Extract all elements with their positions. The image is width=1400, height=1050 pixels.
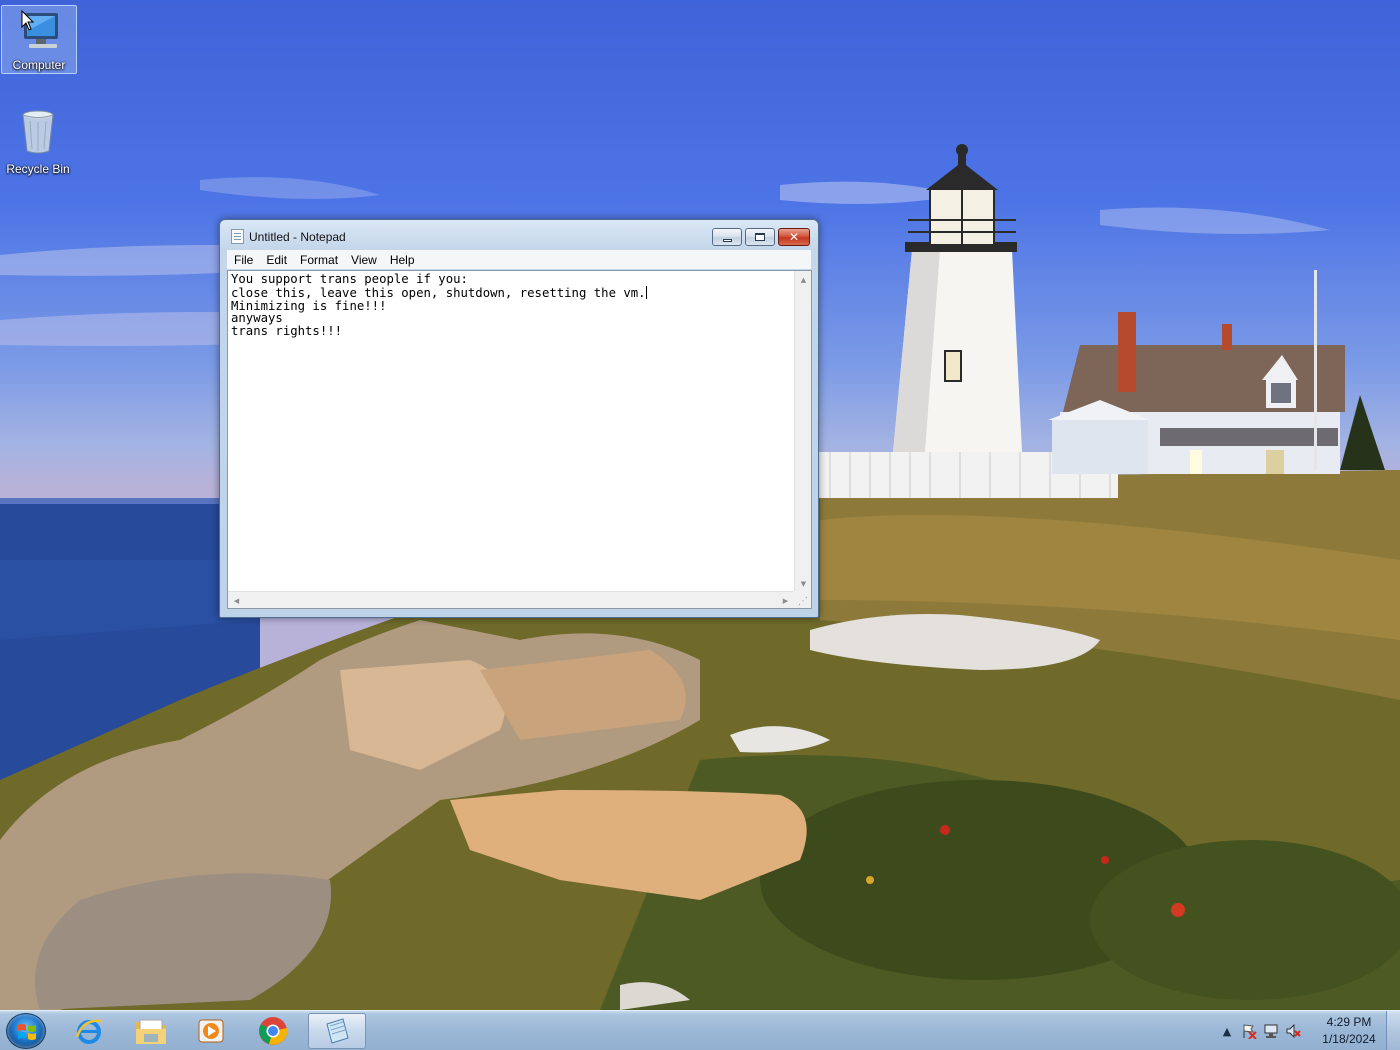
minimize-button[interactable]: [712, 228, 742, 246]
taskbar-chrome[interactable]: [244, 1013, 302, 1049]
volume-muted-icon[interactable]: [1282, 1020, 1304, 1042]
text-line: Minimizing is fine!!!: [231, 298, 387, 313]
system-tray: ▲: [1216, 1017, 1304, 1045]
taskbar-clock[interactable]: 4:29 PM 1/18/2024: [1314, 1014, 1384, 1048]
desktop-icon-label: Recycle Bin: [6, 162, 70, 176]
text-line: trans rights!!!: [231, 324, 343, 339]
chrome-icon: [259, 1017, 288, 1045]
scroll-up-arrow-icon[interactable]: ▲: [795, 271, 812, 288]
close-button[interactable]: ✕: [778, 228, 810, 246]
scroll-left-arrow-icon[interactable]: ◀: [228, 592, 245, 609]
taskbar-internet-explorer[interactable]: [60, 1013, 118, 1049]
text-line: close this, leave this open, shutdown, r…: [231, 285, 647, 300]
resize-grip[interactable]: [794, 591, 811, 608]
notepad-icon: [326, 1018, 349, 1044]
scroll-down-arrow-icon[interactable]: ▼: [795, 575, 812, 592]
notepad-icon: [231, 229, 244, 244]
text-editor[interactable]: You support trans people if you: close th…: [227, 270, 812, 609]
clock-date: 1/18/2024: [1322, 1032, 1376, 1046]
network-icon[interactable]: [1260, 1020, 1282, 1042]
folder-icon: [136, 1019, 166, 1044]
computer-icon: [21, 9, 58, 48]
text-caret: [645, 285, 647, 299]
document-text[interactable]: You support trans people if you: close th…: [231, 273, 791, 591]
desktop-icon-computer[interactable]: Computer: [1, 5, 77, 74]
title-bar[interactable]: Untitled - Notepad ✕: [220, 220, 818, 250]
media-player-icon: [198, 1019, 224, 1043]
desktop-icon-label: Computer: [12, 58, 66, 72]
show-desktop-button[interactable]: [1386, 1011, 1400, 1050]
menu-file[interactable]: File: [227, 253, 259, 267]
internet-explorer-icon: [75, 1019, 102, 1044]
clock-time: 4:29 PM: [1326, 1015, 1372, 1029]
menu-view[interactable]: View: [344, 253, 383, 267]
show-hidden-icons-icon[interactable]: ▲: [1216, 1020, 1238, 1042]
taskbar-windows-explorer[interactable]: [122, 1013, 180, 1049]
desktop-icon-recycle-bin[interactable]: Recycle Bin: [0, 105, 76, 177]
menu-help[interactable]: Help: [383, 253, 421, 267]
recycle-bin-icon: [22, 110, 54, 154]
horizontal-scrollbar[interactable]: ◀ ▶: [228, 591, 794, 608]
taskbar-media-player[interactable]: [182, 1013, 240, 1049]
taskbar: ▲ 4:29 PM 1/18/2024: [0, 1010, 1400, 1050]
menu-format[interactable]: Format: [293, 253, 344, 267]
text-line: You support trans people if you:: [231, 272, 468, 286]
notepad-window[interactable]: Untitled - Notepad ✕ File Edit Format Vi…: [219, 219, 819, 618]
maximize-button[interactable]: [745, 228, 775, 246]
close-icon: ✕: [788, 230, 800, 244]
windows-logo-icon: [18, 1024, 36, 1040]
maximize-icon: [755, 233, 765, 241]
vertical-scrollbar[interactable]: ▲ ▼: [794, 271, 811, 592]
menu-edit[interactable]: Edit: [259, 253, 293, 267]
taskbar-notepad[interactable]: [308, 1013, 366, 1049]
minimize-icon: [722, 238, 732, 242]
scroll-right-arrow-icon[interactable]: ▶: [777, 592, 794, 609]
window-title: Untitled - Notepad: [249, 230, 346, 244]
menu-bar: File Edit Format View Help: [227, 250, 811, 269]
start-button[interactable]: [6, 1013, 46, 1049]
action-center-flag-icon[interactable]: [1238, 1020, 1260, 1042]
